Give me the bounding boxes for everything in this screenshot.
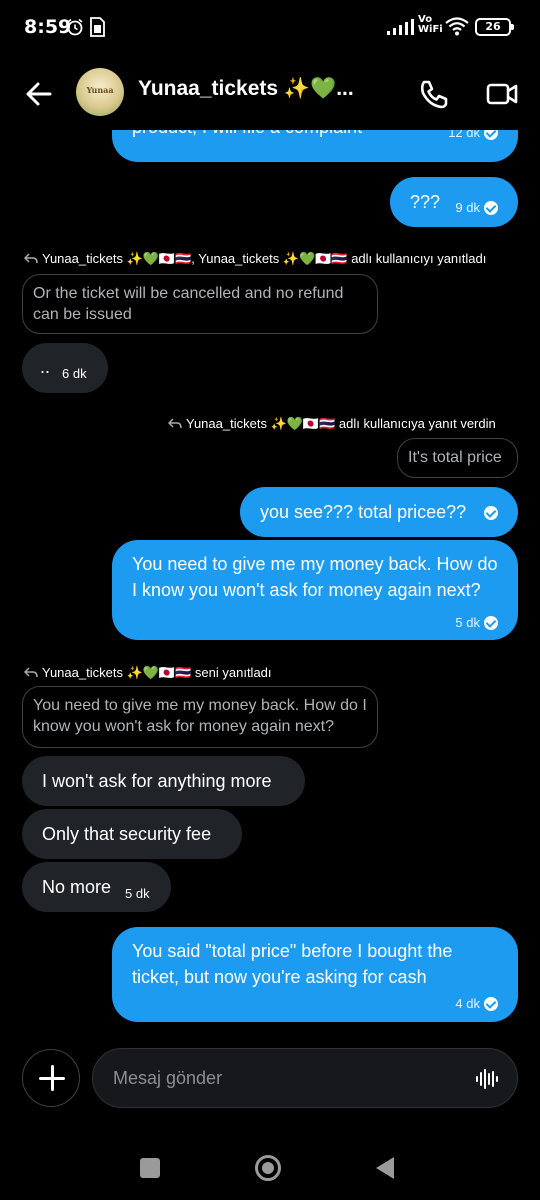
message-outgoing[interactable]: you see??? total pricee?? xyxy=(240,487,518,537)
composer: Mesaj gönder xyxy=(0,1040,540,1120)
message-time: 9 dk xyxy=(455,200,480,215)
check-icon xyxy=(484,201,498,215)
quoted-message[interactable]: It's total price xyxy=(397,438,518,478)
message-meta: 4 dk xyxy=(455,991,498,1017)
chat-header: Yunaa Yunaa_tickets ✨💚... xyxy=(0,56,540,130)
check-icon xyxy=(484,506,498,520)
check-icon xyxy=(484,997,498,1011)
reply-arrow-icon xyxy=(24,667,38,678)
status-time: 8:59 xyxy=(24,16,72,38)
message-incoming[interactable]: Only that security fee xyxy=(22,809,242,859)
message-time: 6 dk xyxy=(62,366,87,381)
message-text: I won't ask for anything more xyxy=(42,771,272,791)
message-placeholder: Mesaj gönder xyxy=(113,1068,223,1088)
message-text: you see??? total pricee?? xyxy=(260,502,467,522)
message-meta: 5 dk xyxy=(455,610,498,636)
message-outgoing[interactable]: You need to give me my money back. How d… xyxy=(112,540,518,640)
message-text: You said "total price" before I bought t… xyxy=(132,941,453,987)
voice-wave-icon[interactable] xyxy=(475,1067,499,1091)
message-text: No more xyxy=(42,877,112,897)
quoted-message[interactable]: Or the ticket will be cancelled and no r… xyxy=(22,274,378,334)
signal-icon xyxy=(387,19,414,35)
quoted-message[interactable]: You need to give me my money back. How d… xyxy=(22,686,378,748)
plus-icon[interactable] xyxy=(22,1049,80,1107)
battery-indicator: 26 xyxy=(475,18,514,36)
recents-button[interactable] xyxy=(140,1158,160,1178)
reply-context-header: Yunaa_tickets ✨💚🇯🇵🇹🇭 seni yanıtladı xyxy=(24,665,272,681)
system-nav-bar xyxy=(0,1130,540,1200)
contact-name[interactable]: Yunaa_tickets ✨💚... xyxy=(138,77,360,101)
message-text: Only that security fee xyxy=(42,824,212,844)
message-time: 4 dk xyxy=(455,996,480,1011)
message-time: 5 dk xyxy=(455,615,480,630)
phone-icon[interactable] xyxy=(414,74,454,114)
reply-arrow-icon xyxy=(168,418,182,429)
message-outgoing[interactable]: You said "total price" before I bought t… xyxy=(112,927,518,1022)
reply-header-text: Yunaa_tickets ✨💚🇯🇵🇹🇭, Yunaa_tickets ✨💚🇯🇵… xyxy=(42,251,487,266)
message-time: 5 dk xyxy=(125,886,150,901)
status-bar: 8:59 Vo WiFi 26 xyxy=(0,0,540,56)
reply-context-header: Yunaa_tickets ✨💚🇯🇵🇹🇭 adlı kullanıcıya ya… xyxy=(168,416,496,432)
video-icon[interactable] xyxy=(482,74,522,114)
back-arrow-icon[interactable] xyxy=(20,74,60,114)
message-incoming[interactable]: .. 6 dk xyxy=(22,343,108,393)
avatar[interactable]: Yunaa xyxy=(76,68,124,116)
message-outgoing[interactable]: ??? 9 dk xyxy=(390,177,518,227)
message-meta: 9 dk xyxy=(455,195,498,221)
check-icon xyxy=(484,616,498,630)
avatar-label: Yunaa xyxy=(86,85,114,95)
sim-icon xyxy=(90,17,105,37)
wifi-icon xyxy=(445,17,469,36)
reply-header-text: Yunaa_tickets ✨💚🇯🇵🇹🇭 adlı kullanıcıya ya… xyxy=(186,416,496,431)
message-text: .. xyxy=(40,357,51,377)
home-button[interactable] xyxy=(255,1155,281,1181)
message-incoming[interactable]: I won't ask for anything more xyxy=(22,756,305,806)
message-input[interactable]: Mesaj gönder xyxy=(92,1048,518,1108)
reply-arrow-icon xyxy=(24,253,38,264)
message-text: ??? xyxy=(410,192,441,212)
reply-context-header: Yunaa_tickets ✨💚🇯🇵🇹🇭, Yunaa_tickets ✨💚🇯🇵… xyxy=(24,251,486,267)
chat-thread[interactable]: product, I will file a complaint 12 dk ?… xyxy=(0,100,540,1040)
alarm-icon xyxy=(67,18,83,36)
reply-header-text: Yunaa_tickets ✨💚🇯🇵🇹🇭 seni yanıtladı xyxy=(42,665,272,680)
message-text: You need to give me my money back. How d… xyxy=(132,554,498,600)
message-incoming[interactable]: No more 5 dk xyxy=(22,862,171,912)
system-back-button[interactable] xyxy=(376,1157,394,1179)
vowifi-label: Vo WiFi xyxy=(418,14,443,35)
